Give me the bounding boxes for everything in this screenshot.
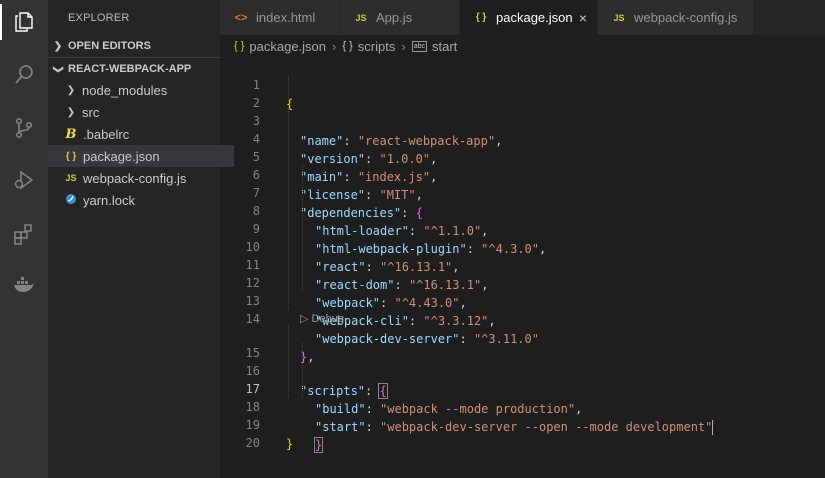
chevron-right-icon: ❯: [53, 40, 63, 52]
tab-index-html[interactable]: <> index.html: [220, 0, 340, 35]
open-editors-section[interactable]: ❯ OPEN EDITORS: [48, 35, 220, 57]
tab-webpack-config[interactable]: JS webpack-config.js: [598, 0, 754, 35]
explorer-icon[interactable]: [0, 0, 48, 44]
object-icon: { }: [342, 40, 353, 52]
json-icon: { }: [65, 150, 77, 162]
extensions-icon[interactable]: [0, 212, 48, 256]
code-line: 9 "react": "^16.13.1",: [220, 201, 825, 274]
editor-tabs: <> index.html JS App.js { } package.json…: [220, 0, 825, 35]
tree-item-src[interactable]: ❯ src: [48, 101, 236, 123]
code-line: 14 },: [220, 291, 825, 364]
chevron-down-icon: ❯: [52, 64, 64, 74]
activity-bar: [0, 0, 48, 478]
tree-item-label: webpack-config.js: [83, 170, 187, 186]
code-line: 1 {: [220, 57, 825, 111]
tab-label: App.js: [376, 10, 413, 25]
code-line: 18 }: [220, 379, 825, 453]
code-line: 15 "scripts": {: [220, 325, 825, 399]
tab-app-js[interactable]: JS App.js: [340, 0, 460, 35]
explorer-sidebar: EXPLORER ❯ OPEN EDITORS ❯ REACT-WEBPACK-…: [48, 0, 234, 478]
breadcrumb-file[interactable]: package.json: [249, 39, 326, 54]
code-line: 19 }: [220, 397, 825, 451]
project-section[interactable]: ❯ REACT-WEBPACK-APP: [48, 57, 220, 80]
chevron-right-icon: ›: [401, 38, 406, 54]
chevron-right-icon: ❯: [66, 84, 76, 96]
yarn-icon: [62, 193, 80, 208]
json-icon: { }: [234, 40, 245, 52]
brace: }: [286, 437, 294, 451]
close-icon[interactable]: ×: [579, 10, 587, 26]
breadcrumb: { } package.json › { } scripts › abc sta…: [220, 35, 825, 57]
js-icon: JS: [65, 173, 77, 183]
json-icon: { }: [475, 12, 487, 23]
tree-item-node-modules[interactable]: ❯ node_modules: [48, 79, 236, 101]
code-line: 6 "dependencies": {: [220, 147, 825, 220]
chevron-right-icon: ›: [332, 38, 337, 54]
code-line: 13 "webpack-dev-server": "^3.11.0": [220, 273, 825, 346]
code-line: 11 "webpack": "^4.43.0",: [220, 237, 825, 310]
tree-item-package-json[interactable]: { } package.json: [48, 145, 234, 167]
source-control-icon[interactable]: [0, 106, 48, 150]
breadcrumb-section[interactable]: scripts: [358, 39, 396, 54]
code-line: 12 "webpack-cli": "^3.3.12",: [220, 255, 825, 328]
tab-label: index.html: [256, 10, 316, 25]
code-line: 3 "version": "1.0.0",: [220, 93, 825, 166]
docker-icon[interactable]: [0, 263, 48, 307]
tab-label: webpack-config.js: [634, 10, 738, 25]
project-label: REACT-WEBPACK-APP: [68, 63, 192, 75]
tree-item-babelrc[interactable]: B .babelrc: [48, 123, 234, 145]
tree-item-label: node_modules: [82, 82, 168, 98]
brace: }: [313, 437, 324, 453]
code-line: 8 "html-webpack-plugin": "^4.3.0",: [220, 183, 825, 256]
line-number: 20: [245, 436, 260, 450]
tree-item-webpack-config[interactable]: JS webpack-config.js: [48, 167, 234, 189]
code-line: 4 "main": "index.js",: [220, 111, 825, 184]
code-line: 10 "react-dom": "^16.13.1",: [220, 219, 825, 292]
sidebar-title: EXPLORER: [68, 12, 130, 24]
tree-item-label: .babelrc: [83, 126, 130, 142]
code-line: 17 "start": "webpack-dev-server --open -…: [220, 361, 825, 435]
tab-label: package.json: [496, 10, 573, 25]
tab-package-json[interactable]: { } package.json ×: [460, 0, 598, 35]
tree-item-yarn-lock[interactable]: yarn.lock: [48, 189, 234, 211]
code-line: 16 "build": "webpack --mode production",: [220, 343, 825, 416]
code-line: 5 "license": "MIT",: [220, 129, 825, 202]
open-editors-label: OPEN EDITORS: [68, 40, 151, 52]
tree-item-label: src: [82, 104, 100, 120]
babel-icon: B: [65, 126, 77, 142]
js-icon: JS: [613, 12, 625, 23]
breadcrumb-leaf[interactable]: start: [432, 39, 457, 54]
search-icon[interactable]: [0, 53, 48, 97]
html-icon: <>: [234, 11, 248, 24]
run-debug-icon[interactable]: [0, 158, 48, 202]
code-line: 2 "name": "react-webpack-app",: [220, 75, 825, 148]
js-icon: JS: [355, 12, 367, 23]
code-line: 20: [220, 415, 825, 450]
code-line: 7 "html-loader": "^1.1.0",: [220, 165, 825, 238]
tree-item-label: package.json: [83, 148, 160, 164]
string-icon: abc: [411, 40, 427, 52]
code-editor[interactable]: 1 { 2 "name": "react-webpack-app", 3 "ve…: [220, 57, 825, 478]
tree-item-label: yarn.lock: [83, 192, 136, 208]
chevron-right-icon: ❯: [66, 106, 76, 118]
